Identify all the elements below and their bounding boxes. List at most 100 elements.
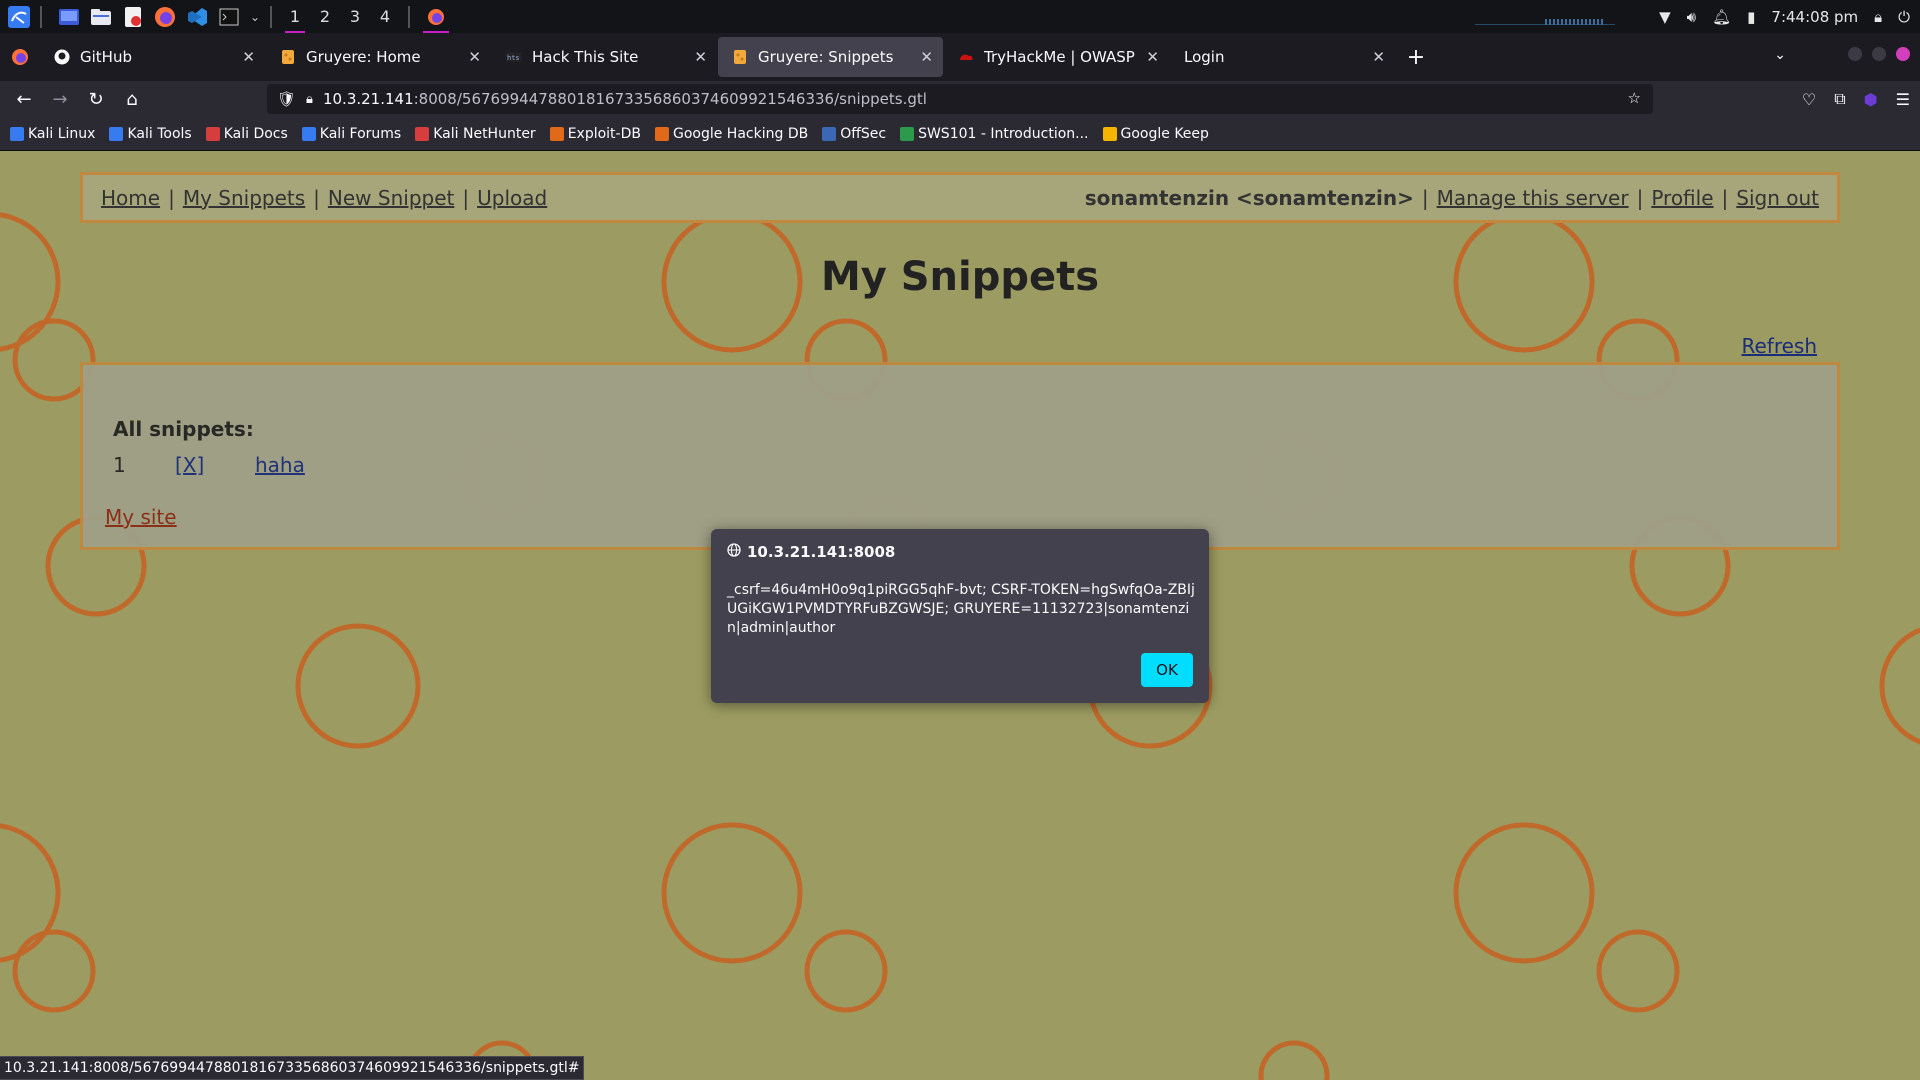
power-icon[interactable]: ⏻: [1898, 8, 1910, 26]
close-tab-icon[interactable]: ✕: [468, 48, 481, 66]
nethunter-icon: [415, 126, 430, 141]
bookmark-label: Google Hacking DB: [672, 125, 809, 142]
firefox-icon[interactable]: [152, 4, 178, 30]
forward-icon[interactable]: →: [42, 81, 78, 117]
bookmark-google-hacking-db[interactable]: Google Hacking DB: [654, 125, 809, 142]
address-bar[interactable]: 🛡︎ 🔒︎ 10.3.21.141:8008/56769944788018167…: [267, 84, 1653, 114]
bookmark-kali-nethunter[interactable]: Kali NetHunter: [415, 125, 536, 142]
delete-snippet-link[interactable]: [X]: [175, 453, 255, 477]
chevron-down-icon[interactable]: ⌄: [248, 4, 262, 30]
battery-icon[interactable]: ▮: [1747, 8, 1755, 26]
text-editor-icon[interactable]: [120, 4, 146, 30]
file-manager-icon[interactable]: [88, 4, 114, 30]
menu-my-snippets-link[interactable]: My Snippets: [183, 186, 305, 210]
vscode-icon[interactable]: [184, 4, 210, 30]
tab-github[interactable]: GitHub ✕: [40, 37, 265, 77]
clock[interactable]: 7:44:08 pm: [1771, 8, 1858, 26]
taskbar-separator: [408, 5, 410, 28]
home-icon[interactable]: ⌂: [114, 81, 150, 117]
system-tray: ▼ 🔊︎ 🔔︎ ▮ 7:44:08 pm 🔒︎ ⏻: [1659, 0, 1920, 33]
bookmark-kali-linux[interactable]: Kali Linux: [10, 126, 95, 142]
my-site-link[interactable]: My site: [105, 505, 177, 529]
pocket-icon[interactable]: ♡: [1802, 90, 1816, 109]
close-window-icon[interactable]: [1896, 47, 1910, 61]
snippet-link[interactable]: haha: [255, 453, 305, 477]
tab-title: GitHub: [80, 48, 132, 66]
lock-icon[interactable]: 🔒︎: [1874, 8, 1882, 26]
globe-icon: [727, 543, 741, 561]
kali-tools-icon: [109, 126, 124, 141]
menu-sign-out-link[interactable]: Sign out: [1736, 186, 1819, 210]
bookmark-google-keep[interactable]: Google Keep: [1102, 126, 1209, 142]
navigation-toolbar: ← → ↻ ⌂ 🛡︎ 🔒︎ 10.3.21.141:8008/567699447…: [0, 81, 1920, 117]
wifi-icon[interactable]: ▼: [1659, 8, 1671, 26]
menu-profile-link[interactable]: Profile: [1651, 186, 1713, 210]
menu-home-link[interactable]: Home: [101, 186, 160, 210]
tab-login[interactable]: Login ✕: [1170, 37, 1395, 77]
reload-icon[interactable]: ↻: [78, 81, 114, 117]
new-tab-button[interactable]: +: [1396, 37, 1436, 77]
close-tab-icon[interactable]: ✕: [1372, 48, 1385, 66]
close-tab-icon[interactable]: ✕: [1146, 48, 1159, 66]
bookmark-exploit-db[interactable]: Exploit-DB: [549, 126, 641, 142]
workspace-4[interactable]: 4: [370, 0, 400, 33]
toolbar-right: ♡ ⧉ ⬢ ☰: [1802, 81, 1910, 117]
workspace-2[interactable]: 2: [310, 0, 340, 33]
menu-separator: |: [313, 185, 320, 210]
link-status-bar: 10.3.21.141:8008/56769944788018167335686…: [0, 1056, 585, 1080]
current-user: sonamtenzin <sonamtenzin>: [1084, 185, 1414, 210]
tab-title: Login: [1184, 48, 1225, 66]
terminal-icon[interactable]: [216, 4, 242, 30]
extensions-icon[interactable]: ⧉: [1834, 89, 1845, 109]
ghdb-icon: [654, 126, 669, 141]
tab-hack-this-site[interactable]: hts Hack This Site ✕: [492, 37, 717, 77]
tab-gruyere-home[interactable]: Gruyere: Home ✕: [266, 37, 491, 77]
notification-bell-icon[interactable]: 🔔︎: [1712, 8, 1731, 26]
close-tab-icon[interactable]: ✕: [920, 48, 933, 66]
list-all-tabs-icon[interactable]: ⌄: [1774, 47, 1786, 63]
tab-title: Gruyere: Snippets: [758, 48, 894, 66]
volume-icon[interactable]: 🔊︎: [1687, 8, 1696, 26]
page-title: My Snippets: [820, 254, 1100, 300]
hamburger-menu-icon[interactable]: ☰: [1896, 90, 1910, 109]
desktop-icon[interactable]: [56, 4, 82, 30]
firefox-window-button[interactable]: [418, 0, 454, 33]
back-icon[interactable]: ←: [6, 81, 42, 117]
workspace-1[interactable]: 1: [280, 0, 310, 33]
gruyere-icon: [280, 49, 296, 65]
bookmark-kali-forums[interactable]: Kali Forums: [301, 126, 401, 142]
tab-gruyere-snippets[interactable]: Gruyere: Snippets ✕: [718, 37, 943, 77]
bookmark-offsec[interactable]: OffSec: [822, 126, 886, 142]
extension-icon[interactable]: ⬢: [1864, 90, 1878, 109]
taskbar-separator: [40, 5, 42, 28]
close-tab-icon[interactable]: ✕: [242, 48, 255, 66]
snippet-number: 1: [113, 453, 126, 477]
bookmark-kali-docs[interactable]: Kali Docs: [205, 126, 288, 142]
menu-manage-server-link[interactable]: Manage this server: [1437, 186, 1629, 210]
hts-icon: hts: [506, 49, 522, 65]
shield-icon[interactable]: 🛡︎: [277, 90, 296, 108]
workspace-3[interactable]: 3: [340, 0, 370, 33]
bookmark-label: SWS101 - Introduction...: [918, 125, 1089, 142]
bookmark-star-icon[interactable]: ☆: [1628, 89, 1641, 107]
dialog-message: _csrf=46u4mH0o9q1piRGG5qhF-bvt; CSRF-TOK…: [727, 582, 1195, 636]
bookmark-label: Kali NetHunter: [433, 125, 536, 142]
url-host: 10.3.21.141: [322, 90, 414, 108]
tab-tryhackme[interactable]: TryHackMe | OWASP Top ✕: [944, 37, 1169, 77]
kali-menu-icon[interactable]: [6, 4, 32, 30]
firefox-view-icon[interactable]: [0, 37, 40, 77]
refresh-link[interactable]: Refresh: [1741, 334, 1817, 358]
tab-title: TryHackMe | OWASP Top: [984, 48, 1138, 66]
bookmark-sws101[interactable]: SWS101 - Introduction...: [900, 125, 1089, 142]
minimize-icon[interactable]: [1848, 47, 1862, 61]
menu-separator: |: [168, 185, 175, 210]
menu-upload-link[interactable]: Upload: [477, 186, 547, 210]
lock-icon[interactable]: 🔒︎: [306, 92, 313, 107]
bookmark-label: OffSec: [840, 125, 887, 142]
ok-button[interactable]: OK: [1141, 653, 1193, 687]
bookmark-kali-tools[interactable]: Kali Tools: [109, 126, 192, 142]
maximize-icon[interactable]: [1872, 47, 1886, 61]
close-tab-icon[interactable]: ✕: [694, 48, 707, 66]
gruyere-menu-bar: Home | My Snippets | New Snippet | Uploa…: [80, 172, 1840, 223]
menu-new-snippet-link[interactable]: New Snippet: [328, 186, 454, 210]
